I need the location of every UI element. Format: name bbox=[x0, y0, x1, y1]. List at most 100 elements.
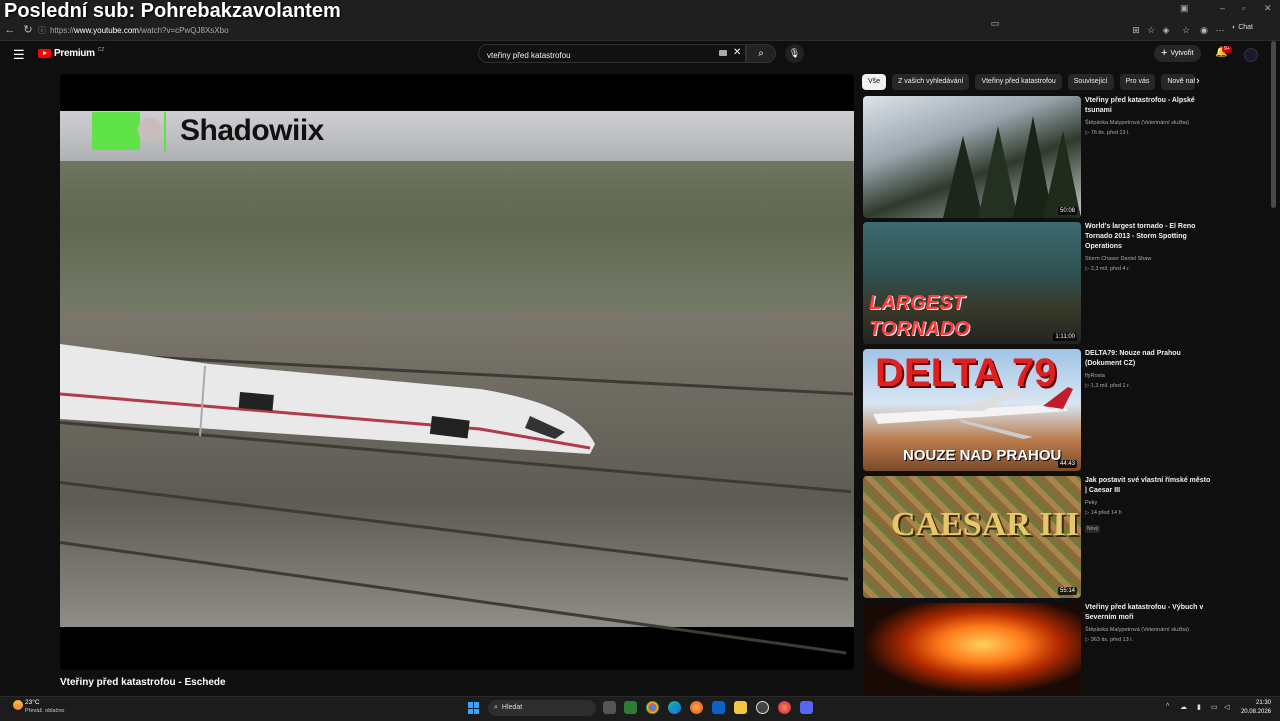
mic-tray-icon[interactable]: ▮ bbox=[1197, 703, 1201, 711]
search-button[interactable]: ⌕ bbox=[746, 44, 776, 63]
rec-channel[interactable]: Storm Chaser Daniel Shaw bbox=[1085, 255, 1213, 263]
chip-all[interactable]: Vše bbox=[862, 74, 887, 90]
thumbnail[interactable] bbox=[863, 603, 1081, 695]
discord-icon[interactable] bbox=[800, 701, 813, 714]
recommendation-item[interactable]: LARGEST TORNADO 1:11:00 World's largest … bbox=[863, 222, 1213, 344]
maximize-icon[interactable]: ▫ bbox=[1242, 3, 1245, 13]
plus-icon: + bbox=[1161, 47, 1168, 59]
reload-icon[interactable]: ↻ bbox=[20, 22, 36, 38]
rec-meta: ▷ 2,3 mil. před 4 r. bbox=[1085, 266, 1131, 272]
profile-icon[interactable]: ◉ bbox=[1198, 24, 1210, 36]
rec-title[interactable]: Vteřiny před katastrofou - Výbuch v Seve… bbox=[1085, 603, 1213, 623]
channel-logo-ball bbox=[138, 118, 162, 142]
avatar[interactable] bbox=[1244, 48, 1258, 62]
extension-icon[interactable]: ◈ bbox=[1160, 24, 1172, 36]
rec-title[interactable]: DELTA79: Nouze nad Prahou (Dokument CZ) bbox=[1085, 349, 1213, 369]
menu-icon[interactable]: ☰ bbox=[13, 47, 25, 63]
chrome-icon[interactable] bbox=[646, 701, 659, 714]
voice-search-button[interactable]: 🎙 bbox=[785, 44, 804, 63]
chip-for-you[interactable]: Pro vás bbox=[1119, 74, 1156, 90]
thumbnail-text: NOUZE NAD PRAHOU bbox=[903, 447, 1062, 464]
task-view-icon[interactable] bbox=[603, 701, 616, 714]
weather-icon[interactable] bbox=[13, 700, 23, 710]
thumbnail-text: CAESAR III bbox=[891, 506, 1079, 543]
chip-related[interactable]: Související bbox=[1067, 74, 1114, 90]
rec-channel[interactable]: Peky bbox=[1085, 499, 1213, 507]
recommendation-item[interactable]: Vteřiny před katastrofou - Výbuch v Seve… bbox=[863, 603, 1213, 695]
rec-channel[interactable]: flyRosta bbox=[1085, 372, 1213, 380]
create-button[interactable]: + Vytvořit bbox=[1154, 45, 1201, 62]
display-icon[interactable]: ▭ bbox=[1211, 703, 1218, 711]
thumbnail-text: LARGEST bbox=[869, 292, 965, 314]
cloud-icon[interactable]: ☁ bbox=[1180, 703, 1187, 711]
duration-badge: 44:43 bbox=[1057, 460, 1077, 468]
search-box bbox=[478, 44, 746, 63]
duration-badge: 1:11:00 bbox=[1053, 333, 1077, 341]
logo-region: CZ bbox=[97, 46, 105, 53]
weather-temperature[interactable]: 23°C bbox=[25, 699, 40, 706]
chip-from-searches[interactable]: Z vašich vyhledávání bbox=[892, 74, 970, 90]
rec-title[interactable]: World's largest tornado - El Reno Tornad… bbox=[1085, 222, 1213, 252]
watermark-text: Shadowiix bbox=[180, 114, 324, 147]
thumbnail[interactable]: DELTA 79 NOUZE NAD PRAHOU 44:43 bbox=[863, 349, 1081, 471]
rec-title[interactable]: Vteřiny před katastrofou - Alpské tsunam… bbox=[1085, 96, 1213, 116]
edge-icon[interactable] bbox=[668, 701, 681, 714]
thumbnail[interactable]: LARGEST TORNADO 1:11:00 bbox=[863, 222, 1081, 344]
windows-start-icon[interactable] bbox=[468, 702, 480, 714]
logo-text: Premium bbox=[54, 48, 95, 59]
app-icon[interactable] bbox=[756, 701, 769, 714]
minimize-icon[interactable]: – bbox=[1220, 3, 1225, 13]
rec-channel[interactable]: Štěpánka Malypetrová (Veterinární služba… bbox=[1085, 119, 1213, 127]
address-bar[interactable]: ⓘ https://www.youtube.com/watch?v=cPwQJ8X… bbox=[38, 24, 1128, 37]
volume-icon[interactable]: ◁ bbox=[1224, 703, 1229, 711]
mail-icon[interactable] bbox=[712, 701, 725, 714]
recommendation-item[interactable]: 50:08 Vteřiny před katastrofou - Alpské … bbox=[863, 96, 1213, 218]
rec-channel[interactable]: Štěpánka Malypetrová (Veterinární služba… bbox=[1085, 626, 1213, 634]
recommendation-item[interactable]: CAESAR III 55:14 Jak postavit své vlastn… bbox=[863, 476, 1213, 598]
taskbar-search[interactable]: ⌕ Hledat bbox=[488, 700, 596, 716]
chip-recently-uploaded[interactable]: Nově nah bbox=[1161, 74, 1196, 90]
clock-time[interactable]: 21:30 bbox=[1241, 700, 1271, 706]
weather-description[interactable]: Převáž. oblačno bbox=[25, 708, 64, 714]
rec-title[interactable]: Jak postavit své vlastní římské město | … bbox=[1085, 476, 1213, 496]
copilot-icon: ◐ bbox=[1232, 24, 1237, 31]
chevron-right-icon[interactable]: › bbox=[1196, 75, 1200, 87]
thumbnail-trees bbox=[943, 116, 1081, 218]
search-icon: ⌕ bbox=[494, 704, 498, 711]
search-icon: ⌕ bbox=[758, 48, 764, 59]
scrollbar[interactable] bbox=[1271, 41, 1276, 208]
chevron-up-icon[interactable]: ^ bbox=[1166, 703, 1169, 710]
file-explorer-icon[interactable] bbox=[734, 701, 747, 714]
site-info-icon[interactable]: ⓘ bbox=[38, 26, 46, 35]
youtube-logo[interactable]: Premium CZ bbox=[38, 46, 105, 59]
favorite-icon[interactable]: ☆ bbox=[1145, 24, 1157, 36]
back-icon[interactable]: ← bbox=[2, 22, 18, 38]
firefox-icon[interactable] bbox=[690, 701, 703, 714]
train-image bbox=[60, 344, 595, 454]
chip-search-term[interactable]: Vteřiny před katastrofou bbox=[975, 74, 1062, 90]
video-title: Vteřiny před katastrofou - Eschede bbox=[60, 677, 226, 688]
video-frame-landscape bbox=[60, 161, 854, 311]
url-domain: www.youtube.com bbox=[74, 26, 139, 35]
clear-search-icon[interactable]: ✕ bbox=[733, 47, 741, 58]
channel-logo-k bbox=[92, 112, 140, 150]
favorites-bar-icon[interactable]: ☆ bbox=[1180, 24, 1192, 36]
tab-actions-icon[interactable]: ▣ bbox=[1180, 3, 1189, 14]
firefox-dev-icon[interactable] bbox=[778, 701, 791, 714]
more-icon[interactable]: ⋯ bbox=[1214, 24, 1226, 36]
new-badge: Nový bbox=[1085, 525, 1101, 533]
url-path: /watch?v=cPwQJ8XsXbo bbox=[138, 26, 229, 35]
thumbnail[interactable]: 50:08 bbox=[863, 96, 1081, 218]
keyboard-icon[interactable] bbox=[719, 50, 727, 56]
recommendation-item[interactable]: DELTA 79 NOUZE NAD PRAHOU 44:43 DELTA79:… bbox=[863, 349, 1213, 471]
copilot-chat-button[interactable]: ◐ Chat bbox=[1232, 24, 1253, 31]
video-player[interactable]: Shadowiix bbox=[60, 74, 854, 670]
thumbnail[interactable]: CAESAR III 55:14 bbox=[863, 476, 1081, 598]
apps-icon[interactable]: ⊞ bbox=[1130, 24, 1142, 36]
clock-date[interactable]: 20.08.2026 bbox=[1236, 709, 1271, 715]
rec-meta: ▷ 1,3 mil. před 1 r. bbox=[1085, 383, 1131, 389]
reader-icon[interactable]: ▭ bbox=[989, 17, 1001, 29]
search-input[interactable] bbox=[485, 47, 709, 63]
close-window-icon[interactable]: ✕ bbox=[1264, 3, 1272, 14]
widgets-icon[interactable] bbox=[624, 701, 637, 714]
